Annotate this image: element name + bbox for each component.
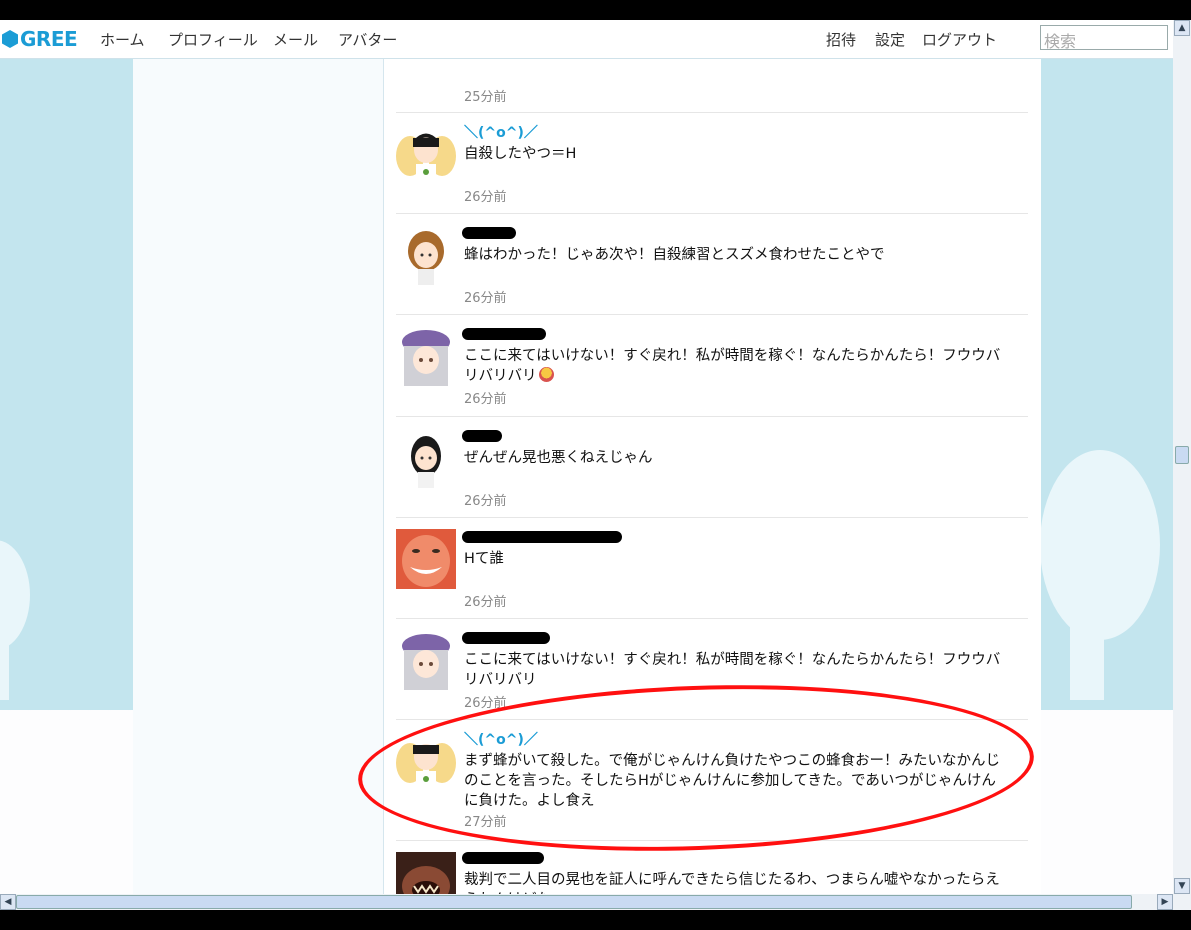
timeline-post: 蜂はわかった！じゃあ次や！自殺練習とスズメ食わせたことやで 26分前: [396, 213, 1028, 315]
search-input[interactable]: 検索: [1040, 25, 1168, 51]
redacted-username: [462, 328, 546, 340]
background-tree-left-trunk: [0, 620, 9, 700]
post-text: 裁判で二人目の晃也を証人に呼んできたら信じたるわ、つまらん嘘やなかったらええねん…: [464, 872, 1000, 894]
horizontal-scroll-thumb[interactable]: [16, 895, 1132, 909]
monster-avatar[interactable]: [396, 852, 456, 894]
redacted-username: [462, 852, 544, 864]
brown-hair-girl-avatar[interactable]: [396, 225, 456, 285]
logo-text: GREE: [20, 27, 78, 51]
scrollbar-corner: [1173, 894, 1191, 910]
gree-logo[interactable]: GREE: [2, 26, 78, 52]
horizontal-scrollbar[interactable]: ◀ ▶: [0, 894, 1173, 910]
nav-settings[interactable]: 設定: [875, 29, 905, 50]
emoji-icon: [538, 367, 554, 382]
scroll-left-arrow-icon[interactable]: ◀: [0, 894, 16, 910]
nav-home[interactable]: ホーム: [100, 29, 145, 50]
scroll-right-arrow-icon[interactable]: ▶: [1157, 894, 1173, 910]
post-text: ここに来てはいけない！すぐ戻れ！私が時間を稼ぐ！なんたらかんたら！フウウバリバリ…: [464, 652, 1001, 688]
anime-girl-purple-hat-avatar[interactable]: [396, 326, 456, 386]
nav-mail[interactable]: メール: [273, 29, 318, 50]
post-text: 蜂はわかった！じゃあ次や！自殺練習とスズメ食わせたことやで: [464, 247, 885, 263]
scroll-down-arrow-icon[interactable]: ▼: [1174, 878, 1190, 894]
gree-hexagon-icon: [2, 30, 18, 48]
window-top-bar: [0, 0, 1191, 20]
scroll-up-arrow-icon[interactable]: ▲: [1174, 20, 1190, 36]
anime-girl-purple-hat-avatar[interactable]: [396, 52, 456, 112]
post-text: 自殺したやつ＝H: [464, 146, 577, 162]
vertical-scroll-thumb[interactable]: [1175, 446, 1189, 464]
post-timestamp[interactable]: 26分前: [464, 490, 507, 509]
black-hair-girl-avatar[interactable]: [396, 428, 456, 488]
nav-avatar[interactable]: アバター: [338, 29, 397, 50]
redacted-username: [462, 430, 502, 442]
post-timestamp[interactable]: 26分前: [464, 591, 507, 610]
timeline-post: Hて誰 26分前: [396, 517, 1028, 619]
timeline-post: ＼(^o^)／ 自殺したやつ＝H 26分前: [396, 112, 1028, 214]
post-text: ぜんぜん晃也悪くねえじゃん: [464, 450, 653, 466]
post-timestamp[interactable]: 26分前: [464, 186, 507, 205]
post-timestamp[interactable]: 26分前: [464, 287, 507, 306]
smiling-face-photo-avatar[interactable]: [396, 529, 456, 589]
browser-viewport: 25分前 ＼(^o^)／ 自殺したやつ＝H 26分前 蜂はわかった！じゃあ次や！…: [0, 20, 1173, 894]
nav-logout[interactable]: ログアウト: [922, 29, 997, 50]
fairy-boy-avatar[interactable]: [396, 124, 456, 184]
left-sidebar: [133, 58, 383, 894]
post-username[interactable]: ＼(^o^)／: [464, 122, 538, 142]
anime-girl-purple-hat-avatar[interactable]: [396, 630, 456, 690]
post-text: ここに来てはいけない！すぐ戻れ！私が時間を稼ぐ！なんたらかんたら！フウウバリバリ…: [464, 346, 1009, 386]
post-timestamp[interactable]: 26分前: [464, 388, 507, 407]
timeline-post: ぜんぜん晃也悪くねえじゃん 26分前: [396, 416, 1028, 518]
background-tree-right-trunk: [1070, 610, 1104, 700]
redacted-username: [462, 632, 550, 644]
vertical-scrollbar[interactable]: ▲ ▼: [1173, 20, 1191, 894]
nav-invite[interactable]: 招待: [826, 29, 856, 50]
redacted-username: [462, 227, 516, 239]
post-text: Hて誰: [464, 551, 504, 567]
nav-profile[interactable]: プロフィール: [168, 29, 258, 50]
redacted-username: [462, 531, 622, 543]
post-timestamp[interactable]: 25分前: [464, 86, 507, 105]
timeline-post: ここに来てはいけない！すぐ戻れ！私が時間を稼ぐ！なんたらかんたら！フウウバリバリ…: [396, 314, 1028, 417]
window-bottom-bar: [0, 910, 1191, 930]
top-navigation-bar: GREE ホーム プロフィール メール アバター 招待 設定 ログアウト 検索: [0, 20, 1173, 59]
